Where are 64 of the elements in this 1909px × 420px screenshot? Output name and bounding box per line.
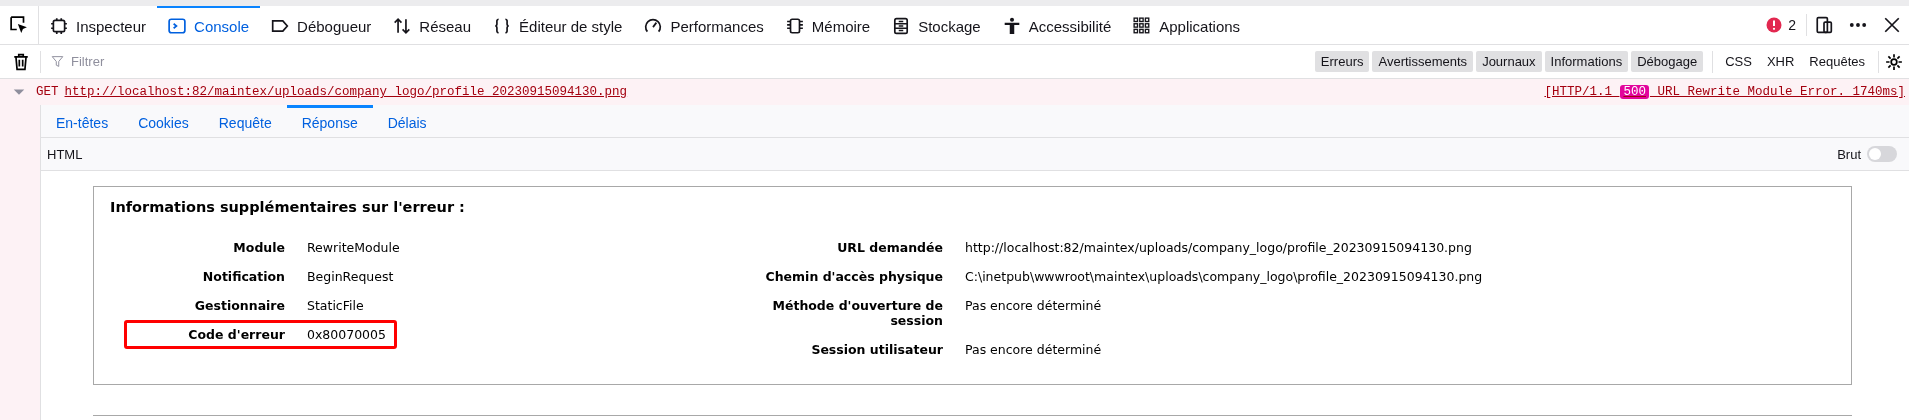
devtools-tab[interactable]: Inspecteur (39, 6, 158, 44)
devtools-tab[interactable]: Mémoire (774, 6, 882, 44)
cursor-icon (10, 16, 28, 34)
field-label: URL demandée (836, 240, 944, 255)
filter-icon (51, 55, 64, 68)
gauge-icon (644, 17, 663, 35)
console-icon (168, 17, 187, 35)
log-level-toggle[interactable]: Journaux (1476, 51, 1542, 72)
devtools-tab[interactable]: Performances (633, 6, 775, 44)
detail-tab[interactable]: Requête (203, 105, 287, 137)
field-value: C:\inetpub\wwwroot\maintex\uploads\company_logo\profile_20230915094130.png (965, 269, 1483, 284)
request-type-toggle[interactable]: CSS (1719, 51, 1758, 72)
field-label: Module (232, 240, 286, 255)
devtools-tab[interactable]: Applications (1122, 6, 1252, 44)
field-label: Gestionnaire (193, 298, 286, 313)
devtools-tab[interactable]: Console (157, 6, 261, 44)
field-value: BeginRequest (307, 269, 394, 284)
log-level-toggle[interactable]: Informations (1544, 51, 1629, 72)
field-value: 0x80070005 (307, 327, 386, 342)
request-status[interactable]: [HTTP/1.1 500 URL Rewrite Module Error. 1740ms] (1544, 85, 1905, 99)
error-details-title: Informations supplémentaires sur l'erreur : (110, 199, 466, 215)
field-value: Pas encore déterminé (965, 298, 1102, 313)
storage-icon (892, 17, 911, 35)
field-value: Pas encore déterminé (965, 342, 1102, 357)
devtools-tab[interactable]: Éditeur de style (482, 6, 634, 44)
memory-chip-icon (785, 17, 804, 35)
format-label: HTML (47, 146, 83, 162)
field-value: RewriteModule (307, 240, 400, 255)
request-type-toggle[interactable]: XHR (1760, 51, 1801, 72)
person-icon (1002, 17, 1021, 35)
detail-tab[interactable]: Délais (372, 105, 442, 137)
log-level-toggle[interactable]: Erreurs (1314, 51, 1370, 72)
detail-tab[interactable]: En-têtes (41, 105, 124, 137)
raw-toggle[interactable]: Brut (1831, 145, 1903, 163)
request-url[interactable]: http://localhost:82/maintex/uploads/company_logo/profile_20230915094130.png (64, 85, 628, 99)
detail-tab[interactable]: Cookies (123, 105, 204, 137)
request-method: GET (36, 85, 59, 99)
chip-icon (50, 17, 68, 35)
field-label: Chemin d'accès physique (764, 269, 944, 284)
devtools-tab[interactable]: Stockage (881, 6, 992, 44)
devtools-tab[interactable]: Accessibilité (991, 6, 1123, 44)
log-level-toggle[interactable]: Débogage (1631, 51, 1704, 72)
up-down-arrows-icon (393, 17, 412, 35)
field-label: Méthode d'ouverture de session (771, 298, 944, 328)
grid-icon (1133, 17, 1152, 35)
toggle-switch[interactable] (1867, 146, 1897, 162)
braces-icon (493, 17, 512, 35)
trash-icon[interactable] (12, 52, 30, 71)
error-count: 2 (1788, 17, 1796, 33)
filter-field[interactable]: Filtrer (69, 53, 1315, 70)
field-label: Code d'erreur (187, 327, 286, 342)
tag-icon (271, 17, 290, 35)
responsive-design-icon[interactable] (1815, 16, 1833, 34)
field-label: Notification (201, 269, 286, 284)
field-label: Session utilisateur (810, 342, 944, 357)
close-icon[interactable] (1883, 16, 1901, 34)
field-value: StaticFile (307, 298, 364, 313)
request-type-toggle[interactable]: Requêtes (1803, 51, 1871, 72)
devtools-tab[interactable]: Débogueur (260, 6, 383, 44)
settings-icon[interactable] (1885, 52, 1903, 71)
log-level-toggle[interactable]: Avertissements (1372, 51, 1474, 72)
error-icon (1766, 17, 1783, 33)
field-value: http://localhost:82/maintex/uploads/company_logo/profile_20230915094130.png (965, 240, 1472, 255)
devtools-tab[interactable]: Réseau (382, 6, 483, 44)
